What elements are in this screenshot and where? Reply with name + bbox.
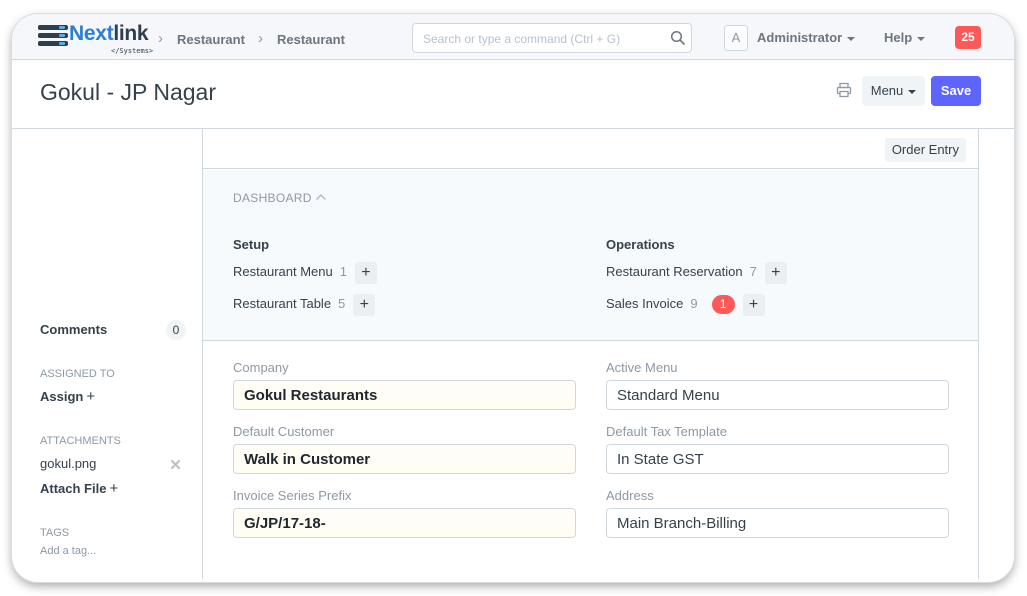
open-count-badge[interactable]: 1 [711, 295, 735, 315]
attach-file-label: Attach File [40, 481, 107, 496]
caret-down-icon [917, 36, 926, 41]
address-label: Address [606, 488, 654, 503]
doc-count: 7 [749, 264, 757, 279]
user-menu[interactable]: Administrator [757, 30, 856, 45]
assign-button[interactable]: Assign + [40, 388, 95, 405]
menu-button-label: Menu [870, 83, 904, 98]
save-button[interactable]: Save [931, 76, 981, 106]
chevron-right-icon: › [158, 30, 163, 47]
chevron-up-icon[interactable] [315, 192, 327, 202]
dashboard-item: Restaurant Reservation 7 + [606, 261, 787, 284]
search-box [412, 23, 692, 53]
dashboard-group-operations: Operations [606, 237, 675, 252]
search-icon[interactable] [670, 30, 686, 46]
page-title: Gokul - JP Nagar [40, 79, 216, 105]
breadcrumb-module[interactable]: Restaurant [177, 32, 245, 47]
assigned-to-heading: ASSIGNED TO [40, 368, 115, 380]
close-icon[interactable] [170, 459, 181, 470]
search-input[interactable] [423, 30, 663, 48]
attach-file-button[interactable]: Attach File + [40, 480, 118, 497]
doc-count: 5 [338, 296, 346, 311]
assign-label: Assign [40, 389, 84, 404]
page-head: Gokul - JP Nagar Menu Save [12, 60, 1014, 129]
add-new-button[interactable]: + [764, 261, 787, 284]
active-menu-label: Active Menu [606, 360, 678, 375]
comments-count-badge: 0 [166, 320, 186, 340]
breadcrumb-doctype[interactable]: Restaurant [277, 32, 345, 47]
menu-button[interactable]: Menu [862, 76, 925, 106]
company-field[interactable] [233, 380, 576, 410]
help-label: Help [884, 30, 913, 45]
default-customer-label: Default Customer [233, 424, 335, 439]
form-main: Order Entry DASHBOARD Setup Restaurant M… [202, 129, 979, 579]
caret-down-icon [847, 36, 856, 41]
form-sidebar: Comments 0 ASSIGNED TO Assign + ATTACHMEN… [40, 129, 200, 582]
comments-link[interactable]: Comments [40, 322, 107, 337]
app-window: Nextlink </Systems> › Restaurant › Resta… [12, 14, 1014, 582]
dashboard-title[interactable]: DASHBOARD [233, 191, 312, 205]
doc-link-sales-invoice[interactable]: Sales Invoice [606, 296, 683, 311]
dashboard-group-setup: Setup [233, 237, 270, 252]
brand-name: Nextlink [69, 22, 149, 46]
brand-tagline: </Systems> [111, 47, 154, 55]
attachments-heading: ATTACHMENTS [40, 435, 121, 447]
add-new-button[interactable]: + [354, 261, 377, 284]
dashboard-item: Restaurant Table 5 + [233, 293, 376, 316]
chevron-right-icon: › [258, 30, 263, 47]
tags-heading: TAGS [40, 527, 70, 539]
form-fields: Company Default Customer Invoice Series … [203, 342, 978, 579]
brand-name-part1: Next [69, 22, 114, 45]
default-tax-template-label: Default Tax Template [606, 424, 727, 439]
plus-icon: + [109, 480, 119, 497]
default-tax-template-field[interactable] [606, 444, 949, 474]
brand-logo[interactable]: Nextlink </Systems> [38, 22, 156, 55]
print-icon[interactable] [836, 82, 852, 98]
attachment-file-link[interactable]: gokul.png [40, 456, 96, 471]
doc-link-restaurant-reservation[interactable]: Restaurant Reservation [606, 264, 743, 279]
active-menu-field[interactable] [606, 380, 949, 410]
dashboard-item: Restaurant Menu 1 + [233, 261, 377, 284]
default-customer-field[interactable] [233, 444, 576, 474]
dashboard-section: DASHBOARD Setup Restaurant Menu 1 + Restau… [203, 170, 978, 341]
invoice-series-prefix-label: Invoice Series Prefix [233, 488, 352, 503]
add-new-button[interactable]: + [742, 293, 765, 316]
order-entry-button[interactable]: Order Entry [884, 138, 966, 162]
dashboard-item: Sales Invoice 9 1 + [606, 293, 765, 316]
address-field[interactable] [606, 508, 949, 538]
server-stack-icon [38, 25, 68, 47]
doc-count: 9 [690, 296, 698, 311]
notification-badge[interactable]: 25 [955, 26, 981, 49]
doc-link-restaurant-table[interactable]: Restaurant Table [233, 296, 331, 311]
add-new-button[interactable]: + [353, 293, 376, 316]
doc-link-restaurant-menu[interactable]: Restaurant Menu [233, 264, 333, 279]
add-tag-link[interactable]: Add a tag... [40, 545, 96, 557]
user-name: Administrator [757, 30, 843, 45]
caret-down-icon [908, 89, 917, 94]
avatar[interactable]: A [724, 25, 748, 51]
plus-icon: + [86, 388, 96, 405]
navbar: Nextlink </Systems> › Restaurant › Resta… [12, 14, 1014, 60]
custom-button-bar: Order Entry [203, 129, 978, 169]
help-menu[interactable]: Help [884, 30, 926, 45]
company-label: Company [233, 360, 289, 375]
invoice-series-prefix-field[interactable] [233, 508, 576, 538]
doc-count: 1 [339, 264, 347, 279]
brand-name-part2: link [113, 22, 149, 45]
